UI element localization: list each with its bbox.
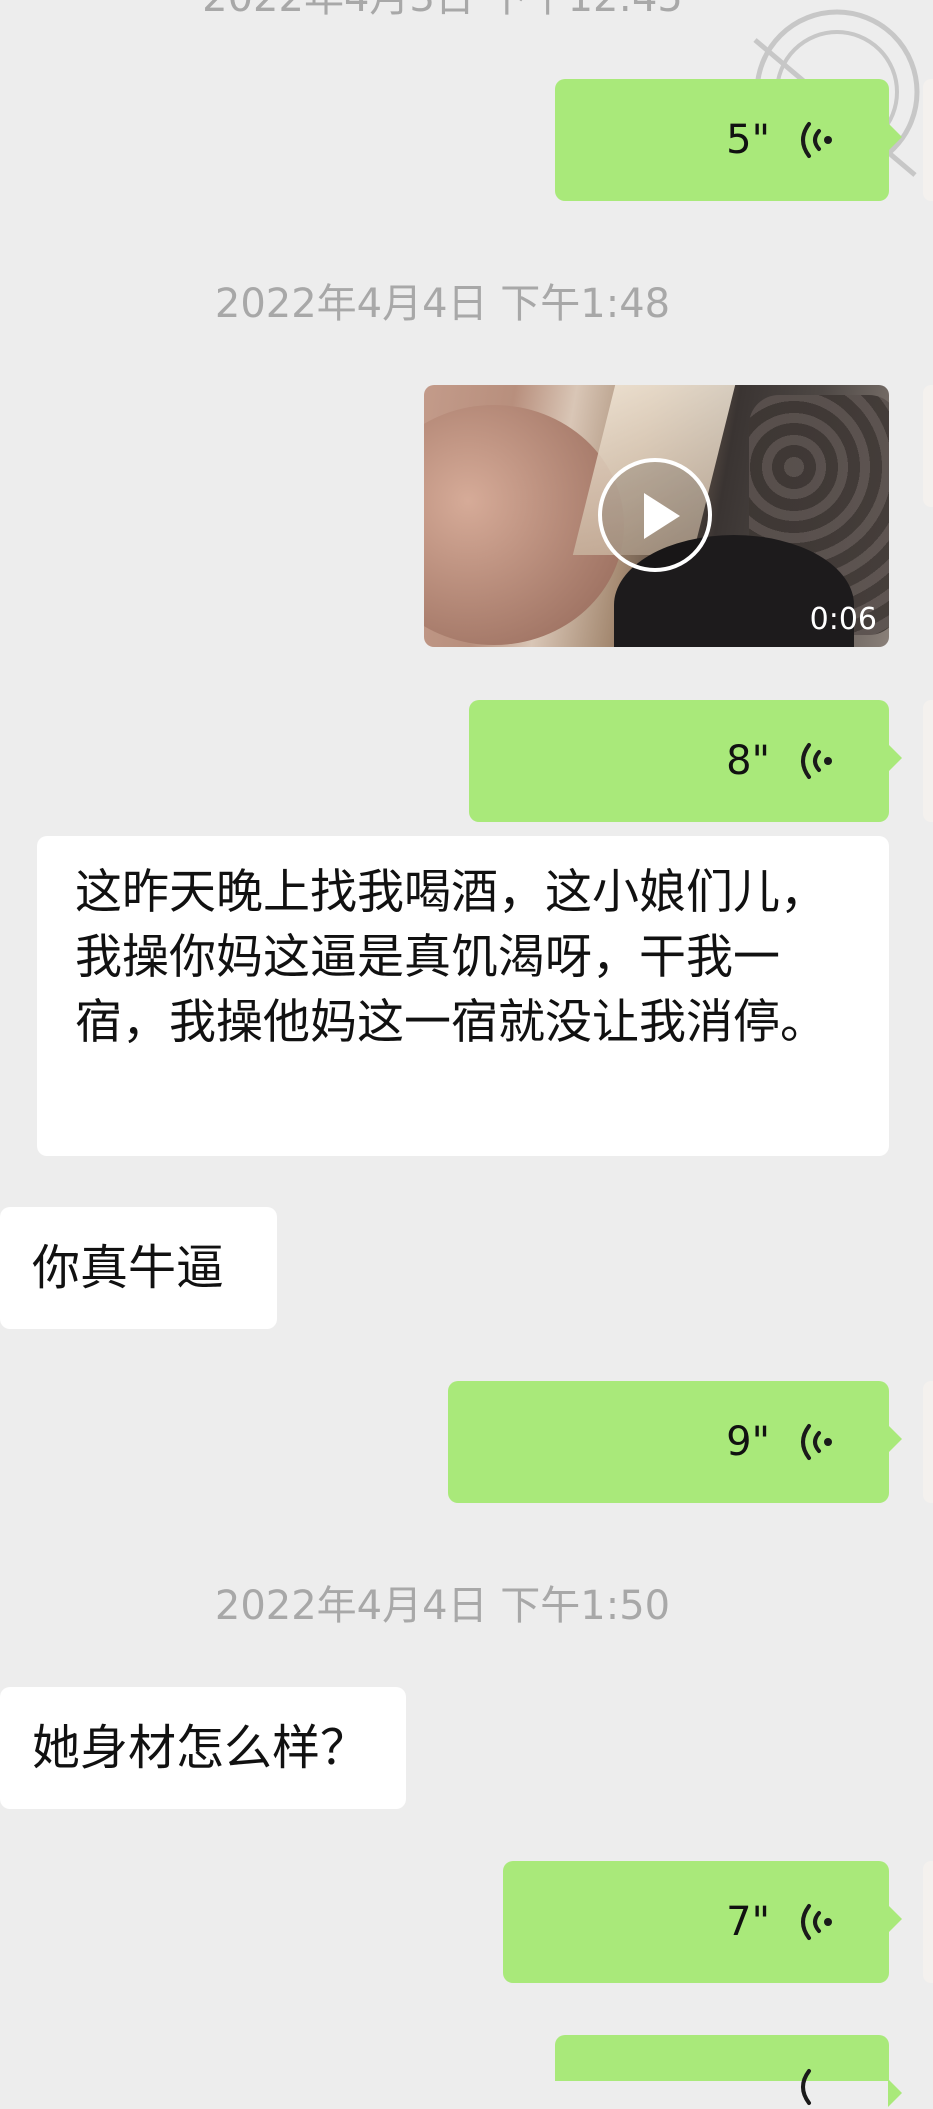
play-icon[interactable]	[598, 458, 712, 572]
timestamp: 2022年4月4日 下午1:48	[214, 281, 671, 327]
text-message[interactable]: 这昨天晚上找我喝酒，这小娘们儿，我操你妈这逼是真饥渴呀，干我一宿，我操他妈这一宿…	[37, 836, 889, 1156]
video-duration: 0:06	[809, 602, 877, 637]
voice-duration: 8"	[726, 738, 770, 784]
voice-message[interactable]: 7"	[503, 1861, 902, 1983]
voice-wave-icon	[801, 1904, 832, 1940]
voice-wave-icon	[801, 122, 832, 158]
voice-duration: 7"	[726, 1899, 770, 1945]
avatar[interactable]	[923, 1861, 933, 1983]
incoming-message[interactable]: 她身材怎么样？	[0, 1687, 406, 1809]
voice-duration: 5"	[726, 117, 770, 163]
avatar[interactable]	[923, 385, 933, 507]
voice-duration: 9"	[726, 1419, 770, 1465]
voice-message[interactable]: 9"	[448, 1381, 902, 1503]
avatar[interactable]	[923, 700, 933, 822]
avatar[interactable]	[923, 1381, 933, 1503]
avatar[interactable]	[923, 79, 933, 201]
voice-message[interactable]: 8"	[469, 700, 902, 822]
voice-message[interactable]	[555, 2035, 902, 2107]
voice-wave-icon	[801, 2069, 811, 2105]
voice-wave-icon	[801, 1424, 832, 1460]
video-message[interactable]: 0:06	[424, 385, 889, 647]
voice-message[interactable]: 5"	[555, 79, 902, 201]
incoming-message[interactable]: 你真牛逼	[0, 1207, 277, 1329]
timestamp: 2022年4月4日 下午1:50	[214, 1583, 671, 1629]
voice-wave-icon	[801, 743, 832, 779]
